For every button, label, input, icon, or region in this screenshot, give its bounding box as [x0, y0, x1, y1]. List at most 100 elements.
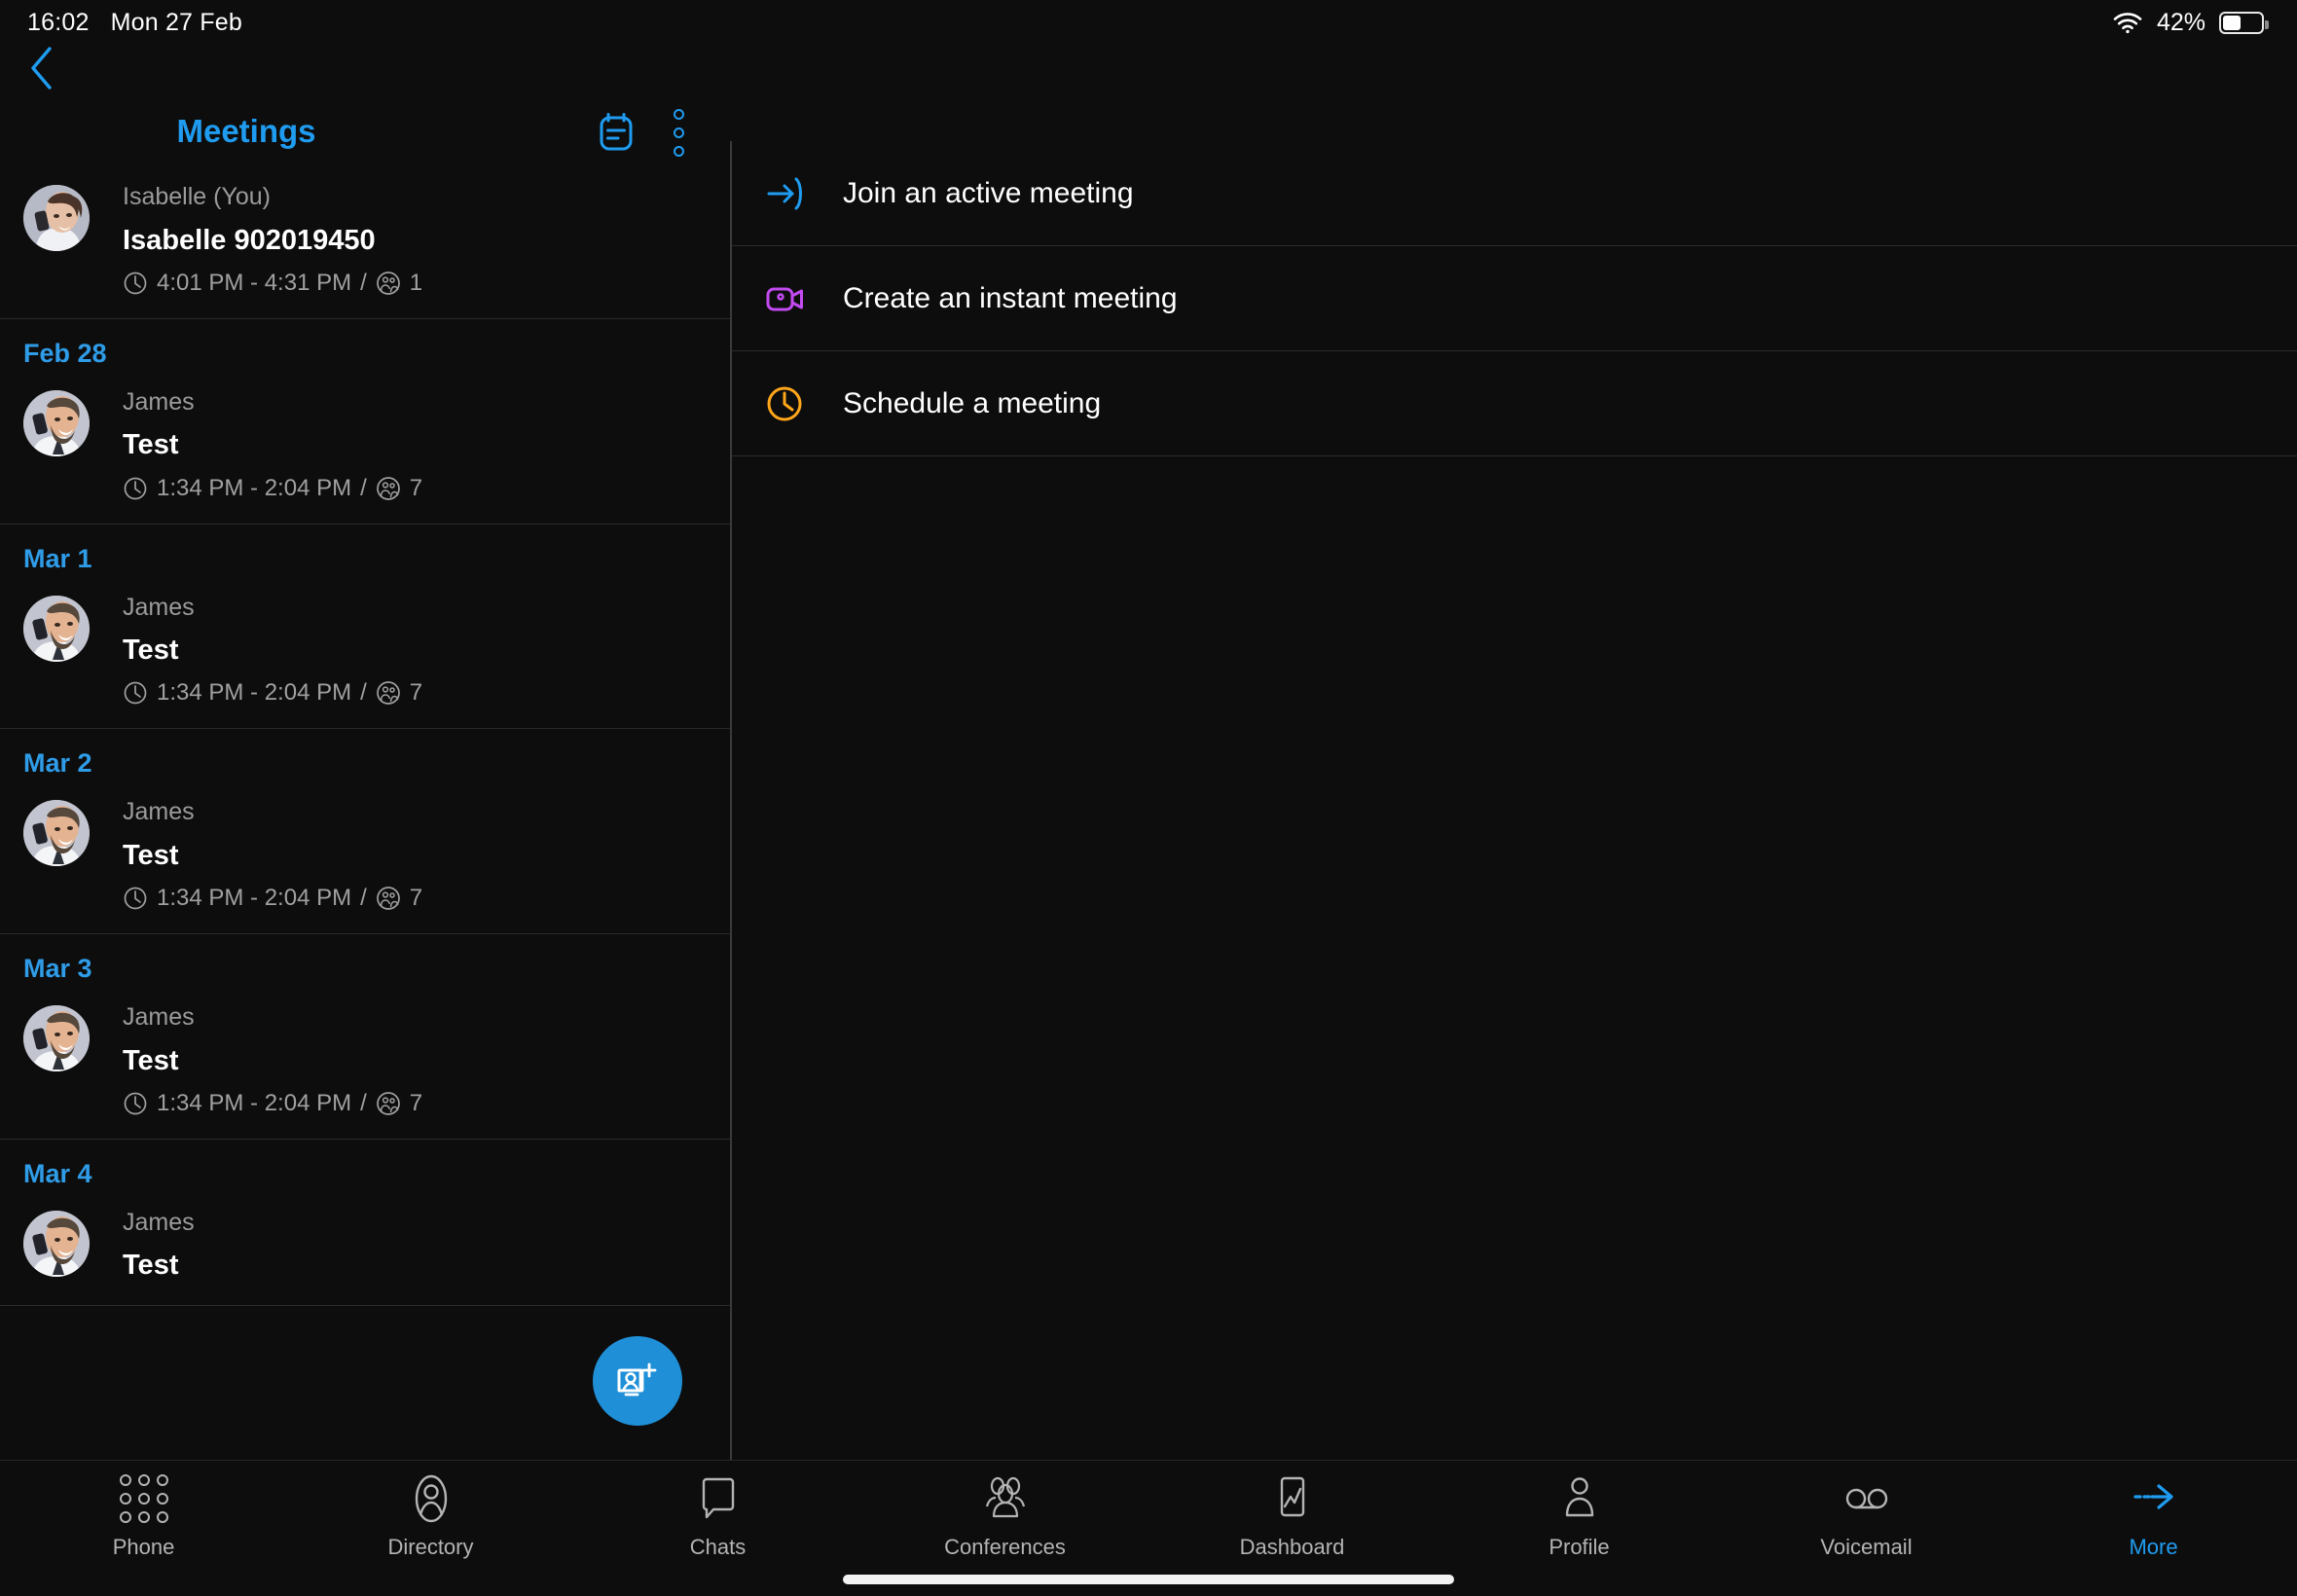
arrow-into-bracket-icon [763, 170, 818, 217]
meeting-row[interactable]: Mar 1 James Test 1:34 PM - 2:04 PM / 7 [0, 525, 731, 730]
meeting-row[interactable]: Isabelle (You) Isabelle 902019450 4:01 PM … [0, 167, 731, 319]
participants-count: 7 [409, 474, 423, 501]
add-meeting-fab[interactable] [593, 1336, 682, 1426]
meta-separator: / [360, 269, 367, 296]
meeting-title: Test [123, 429, 179, 461]
meeting-organizer: James [123, 593, 195, 621]
tab-voicemail[interactable]: Voicemail [1723, 1472, 2010, 1560]
app-screen: 16:02 Mon 27 Feb 42% Meetings Isabelle (… [0, 0, 2297, 1596]
status-bar: 16:02 Mon 27 Feb 42% [0, 0, 2297, 45]
create-instant-meeting-row[interactable]: Create an instant meeting [732, 246, 2297, 351]
meeting-meta: 1:34 PM - 2:04 PM / 7 [123, 1090, 422, 1117]
chart-phone-icon [1270, 1472, 1315, 1525]
meeting-title: Test [123, 635, 179, 666]
clock-icon [123, 476, 148, 501]
participants-icon [376, 886, 401, 911]
dialpad-icon [119, 1472, 168, 1525]
tab-phone-label: Phone [112, 1535, 175, 1559]
meeting-time: 1:34 PM - 2:04 PM [157, 1089, 352, 1116]
join-active-meeting-row[interactable]: Join an active meeting [732, 141, 2297, 246]
more-options-button[interactable] [647, 101, 710, 163]
meetings-list[interactable]: Isabelle (You) Isabelle 902019450 4:01 PM … [0, 167, 731, 1306]
meta-separator: / [360, 679, 367, 707]
meeting-meta: 1:34 PM - 2:04 PM / 7 [123, 885, 422, 912]
meeting-time: 4:01 PM - 4:31 PM [157, 269, 352, 296]
meeting-meta: 1:34 PM - 2:04 PM / 7 [123, 679, 422, 707]
tab-voicemail-label: Voicemail [1820, 1535, 1913, 1559]
meeting-meta: 4:01 PM - 4:31 PM / 1 [123, 270, 422, 297]
tab-conferences[interactable]: Conferences [861, 1472, 1148, 1560]
join-active-meeting-label: Join an active meeting [843, 176, 1134, 209]
add-meeting-icon [617, 1362, 657, 1396]
participants-count: 7 [409, 1089, 423, 1116]
back-button[interactable] [14, 41, 68, 95]
tab-phone[interactable]: Phone [0, 1472, 287, 1560]
tab-profile-label: Profile [1549, 1535, 1610, 1559]
participants-icon [376, 271, 401, 296]
status-bar-right: 42% [2112, 8, 2269, 37]
avatar [23, 595, 90, 662]
avatar [23, 800, 90, 867]
battery-percent: 42% [2156, 8, 2206, 36]
tab-directory[interactable]: Directory [287, 1472, 574, 1560]
meeting-organizer: Isabelle (You) [123, 183, 271, 210]
people-group-icon [980, 1472, 1031, 1525]
meeting-row[interactable]: Mar 2 James Test 1:34 PM - 2:04 PM / 7 [0, 729, 731, 934]
meeting-date-label: Mar 2 [23, 748, 92, 779]
meeting-row[interactable]: Mar 4 James Test [0, 1140, 731, 1306]
avatar [23, 1005, 90, 1071]
tab-more[interactable]: More [2010, 1472, 2297, 1560]
tab-profile[interactable]: Profile [1436, 1472, 1723, 1560]
meeting-row[interactable]: Mar 3 James Test 1:34 PM - 2:04 PM / 7 [0, 934, 731, 1140]
meeting-actions-panel: Join an active meeting Create an instant… [732, 141, 2297, 1460]
create-instant-meeting-label: Create an instant meeting [843, 281, 1178, 314]
speech-bubble-icon [696, 1472, 741, 1525]
meeting-time: 1:34 PM - 2:04 PM [157, 474, 352, 501]
meeting-title: Test [123, 839, 179, 871]
clock-icon [763, 381, 818, 427]
meeting-date-label: Mar 3 [23, 954, 92, 983]
meetings-sidebar: Meetings Isabelle (You) Isabelle 90201945… [0, 97, 731, 1460]
calendar-notes-button[interactable] [585, 101, 647, 163]
kebab-menu-icon [673, 108, 684, 157]
meeting-row[interactable]: Feb 28 James Test 1:34 PM - 2:04 PM / 7 [0, 319, 731, 525]
meeting-title: Test [123, 1250, 179, 1282]
tab-conferences-label: Conferences [944, 1535, 1066, 1559]
voicemail-icon [1841, 1472, 1892, 1525]
battery-icon [2219, 11, 2269, 34]
contact-person-icon [409, 1472, 454, 1525]
dashed-arrow-icon [2129, 1472, 2179, 1525]
status-bar-left: 16:02 Mon 27 Feb [27, 9, 242, 37]
tab-dashboard-label: Dashboard [1239, 1535, 1345, 1559]
avatar [23, 1210, 90, 1277]
tab-chats[interactable]: Chats [574, 1472, 861, 1560]
tab-chats-label: Chats [689, 1535, 747, 1559]
participants-icon [376, 476, 401, 501]
tab-dashboard[interactable]: Dashboard [1148, 1472, 1436, 1560]
meeting-organizer: James [123, 1208, 195, 1236]
clock-icon [123, 1091, 148, 1116]
home-indicator [843, 1575, 1454, 1584]
calendar-notes-icon [600, 113, 633, 151]
avatar [23, 185, 90, 251]
tab-more-label: More [2129, 1535, 2178, 1559]
schedule-meeting-row[interactable]: Schedule a meeting [732, 351, 2297, 456]
participants-icon [376, 1091, 401, 1116]
person-icon [1557, 1472, 1602, 1525]
clock-icon [123, 680, 148, 706]
bottom-tab-bar: Phone Directory Chats Conferences Dashbo… [0, 1460, 2297, 1596]
meeting-time: 1:34 PM - 2:04 PM [157, 885, 352, 911]
video-camera-icon [763, 275, 818, 322]
back-chevron-icon [31, 47, 52, 90]
meeting-date-label: Feb 28 [23, 338, 107, 368]
status-date: Mon 27 Feb [110, 8, 242, 36]
meeting-date-label: Mar 4 [23, 1158, 92, 1188]
meeting-title: Test [123, 1044, 179, 1076]
clock-icon [123, 271, 148, 296]
meeting-organizer: James [123, 798, 195, 826]
meta-separator: / [360, 1089, 367, 1116]
meeting-time: 1:34 PM - 2:04 PM [157, 679, 352, 707]
meeting-organizer: James [123, 1003, 195, 1031]
clock-icon [123, 886, 148, 911]
meeting-date-label: Mar 1 [23, 543, 92, 573]
